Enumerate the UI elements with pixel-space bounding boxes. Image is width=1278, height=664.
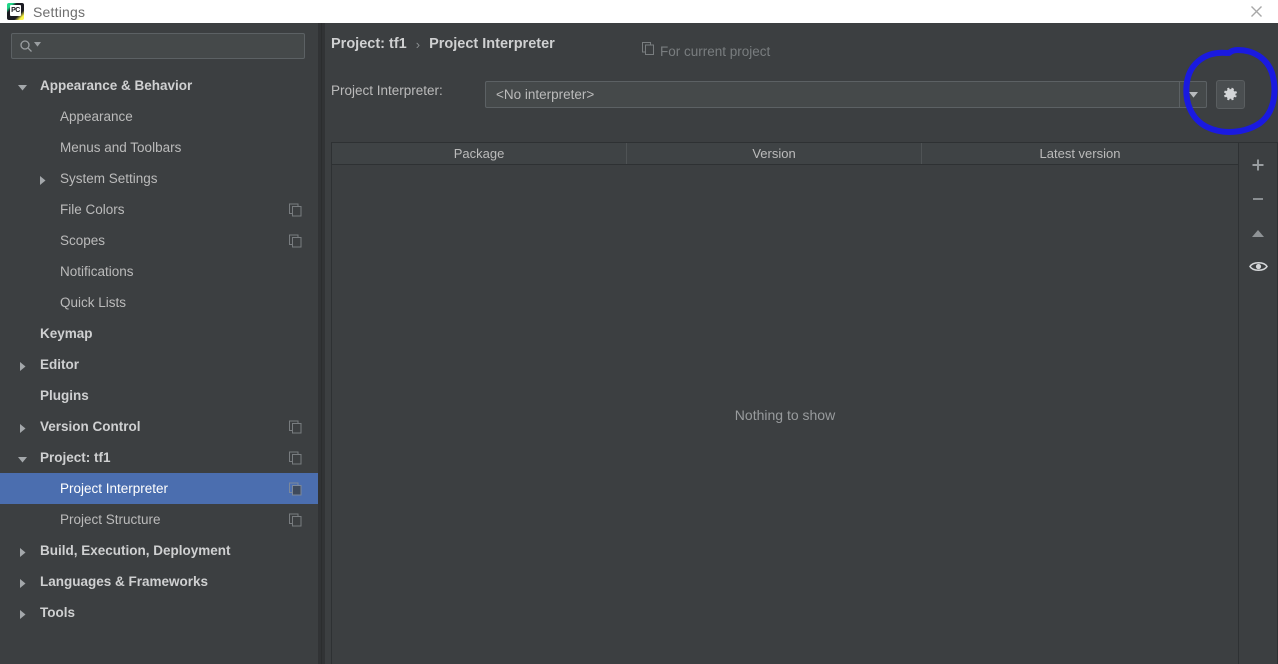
pycharm-logo-text: PC: [10, 5, 21, 16]
interpreter-settings-button[interactable]: [1216, 80, 1245, 109]
sidebar-item-label: System Settings: [60, 171, 158, 186]
interpreter-label: Project Interpreter:: [331, 83, 443, 98]
pycharm-logo: PC: [7, 3, 24, 20]
copy-icon: [289, 203, 302, 216]
breadcrumb-leaf: Project Interpreter: [429, 36, 555, 52]
sidebar-item-label: Languages & Frameworks: [40, 574, 209, 589]
search-input[interactable]: [41, 39, 304, 53]
sidebar-item-tools[interactable]: Tools: [0, 597, 318, 628]
eye-icon: [1248, 260, 1268, 278]
sidebar-item-label: Project Structure: [60, 512, 161, 527]
copy-icon: [642, 42, 654, 60]
packages-toolbar: [1239, 142, 1278, 664]
copy-icon: [289, 513, 302, 526]
sidebar-item-label: Version Control: [40, 419, 141, 434]
sidebar-item-label: Quick Lists: [60, 295, 127, 310]
sidebar-item-label: Editor: [40, 357, 79, 372]
chevron-down-icon[interactable]: [17, 80, 29, 92]
scope-hint-label: For current project: [660, 43, 771, 59]
sidebar-item-system-settings[interactable]: System Settings: [0, 163, 318, 194]
sidebar-item-label: File Colors: [60, 202, 125, 217]
show-early-releases-button[interactable]: [1246, 257, 1270, 281]
sidebar-item-label: Scopes: [60, 233, 106, 248]
chevron-right-icon[interactable]: [17, 359, 29, 371]
sidebar-item-project-tf1[interactable]: Project: tf1: [0, 442, 318, 473]
upgrade-package-button[interactable]: [1246, 223, 1270, 247]
interpreter-value: <No interpreter>: [496, 87, 595, 102]
gear-icon: [1224, 87, 1237, 101]
chevron-right-icon[interactable]: [17, 545, 29, 557]
sidebar-item-scopes[interactable]: Scopes: [0, 225, 318, 256]
column-header-version[interactable]: Version: [627, 143, 922, 164]
add-package-button[interactable]: [1246, 155, 1270, 179]
breadcrumb: Project: tf1 › Project Interpreter: [331, 36, 555, 52]
column-header-latest-version[interactable]: Latest version: [922, 143, 1238, 164]
sidebar-item-appearance[interactable]: Appearance: [0, 101, 318, 132]
window-titlebar: PC Settings: [0, 0, 1278, 23]
packages-table-header: Package Version Latest version: [332, 143, 1238, 165]
sidebar-item-label: Plugins: [40, 388, 89, 403]
column-header-package[interactable]: Package: [332, 143, 627, 164]
sidebar-item-build-execution-deployment[interactable]: Build, Execution, Deployment: [0, 535, 318, 566]
sidebar-item-label: Appearance & Behavior: [40, 78, 193, 93]
chevron-right-icon[interactable]: [17, 421, 29, 433]
close-button[interactable]: [1234, 0, 1278, 23]
sidebar-item-label: Menus and Toolbars: [60, 140, 182, 155]
interpreter-select[interactable]: <No interpreter>: [485, 81, 1207, 108]
sidebar-item-appearance-behavior[interactable]: Appearance & Behavior: [0, 70, 318, 101]
chevron-down-icon[interactable]: [1179, 82, 1206, 107]
copy-icon: [289, 451, 302, 464]
sidebar-item-label: Project: tf1: [40, 450, 111, 465]
empty-state-text: Nothing to show: [734, 407, 836, 423]
close-icon: [1250, 6, 1262, 17]
sidebar-item-label: Project Interpreter: [60, 481, 169, 496]
search-icon: [19, 39, 33, 53]
chevron-down-icon[interactable]: [17, 452, 29, 464]
breadcrumb-root[interactable]: Project: tf1: [331, 36, 407, 52]
packages-table-body[interactable]: Nothing to show: [332, 165, 1238, 664]
sidebar-item-project-structure[interactable]: Project Structure: [0, 504, 318, 535]
panel-splitter[interactable]: [318, 23, 325, 664]
arrow-up-icon: [1250, 226, 1266, 244]
main-panel: Project: tf1 › Project Interpreter For c…: [325, 23, 1278, 664]
chevron-right-icon[interactable]: [17, 576, 29, 588]
window-title: Settings: [33, 3, 86, 20]
copy-icon: [289, 482, 302, 495]
sidebar-item-label: Build, Execution, Deployment: [40, 543, 231, 558]
sidebar-item-label: Notifications: [60, 264, 134, 279]
remove-package-button[interactable]: [1246, 189, 1270, 213]
sidebar-search-wrap: [0, 23, 318, 59]
search-dropdown-icon[interactable]: [34, 42, 41, 50]
sidebar-item-file-colors[interactable]: File Colors: [0, 194, 318, 225]
settings-tree: Appearance & Behavior Appearance Menus and…: [0, 70, 318, 628]
scope-hint: For current project: [642, 42, 770, 60]
settings-window-body: Appearance & Behavior Appearance Menus and…: [0, 23, 1278, 664]
copy-icon: [289, 420, 302, 433]
settings-sidebar: Appearance & Behavior Appearance Menus and…: [0, 23, 318, 664]
minus-icon: [1250, 191, 1266, 212]
sidebar-item-notifications[interactable]: Notifications: [0, 256, 318, 287]
chevron-right-icon[interactable]: [37, 173, 49, 185]
sidebar-item-label: Appearance: [60, 109, 133, 124]
sidebar-item-label: Tools: [40, 605, 75, 620]
sidebar-item-version-control[interactable]: Version Control: [0, 411, 318, 442]
plus-icon: [1250, 157, 1266, 178]
sidebar-item-project-interpreter[interactable]: Project Interpreter: [0, 473, 318, 504]
copy-icon: [289, 234, 302, 247]
interpreter-label-row: Project Interpreter:: [331, 83, 443, 98]
search-box[interactable]: [11, 33, 305, 59]
sidebar-item-label: Keymap: [40, 326, 93, 341]
sidebar-item-menus-and-toolbars[interactable]: Menus and Toolbars: [0, 132, 318, 163]
sidebar-item-plugins[interactable]: Plugins: [0, 380, 318, 411]
breadcrumb-separator: ›: [415, 36, 421, 52]
sidebar-item-editor[interactable]: Editor: [0, 349, 318, 380]
sidebar-item-languages-frameworks[interactable]: Languages & Frameworks: [0, 566, 318, 597]
sidebar-item-keymap[interactable]: Keymap: [0, 318, 318, 349]
packages-table: Package Version Latest version Nothing to …: [331, 142, 1239, 664]
chevron-right-icon[interactable]: [17, 607, 29, 619]
sidebar-item-quick-lists[interactable]: Quick Lists: [0, 287, 318, 318]
